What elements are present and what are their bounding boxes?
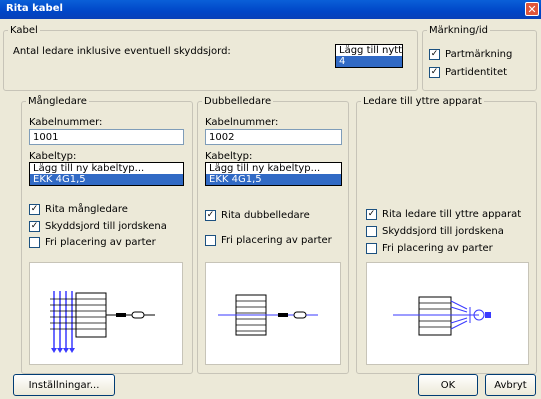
checkbox-partmarkning[interactable]: ✓ Partmärkning — [429, 49, 512, 60]
dubbelledare-diagram — [218, 294, 318, 336]
checkbox-box[interactable] — [29, 237, 40, 248]
yttre-legend: Ledare till yttre apparat — [363, 96, 482, 107]
cable-type-option-ekk[interactable]: EKK 4G1,5 — [206, 174, 341, 185]
cable-type-option-add[interactable]: Lägg till ny kabeltyp... — [30, 163, 183, 174]
checkbox-box[interactable]: ✓ — [29, 221, 40, 232]
yttre-diagram — [393, 296, 491, 336]
close-icon[interactable]: ✕ — [525, 2, 539, 16]
checkbox-rita-dubbelledare[interactable]: ✓ Rita dubbelledare — [205, 210, 310, 221]
checkbox-label: Rita mångledare — [45, 204, 128, 215]
checkbox-box[interactable]: ✓ — [429, 49, 440, 60]
checkbox-label: Skyddsjord till jordskena — [382, 226, 504, 237]
dubbelledare-legend: Dubbelledare — [204, 96, 272, 107]
dubbelledare-cable-number-input[interactable]: 1002 — [205, 129, 342, 145]
cable-type-option-add[interactable]: Lägg till ny kabeltyp... — [206, 163, 341, 174]
checkbox-partidentitet[interactable]: ✓ Partidentitet — [429, 67, 507, 78]
conductor-count-list[interactable]: Lägg till nytt ai 4 — [335, 44, 403, 68]
mangledare-cable-number-label: Kabelnummer: — [29, 117, 103, 128]
ok-button[interactable]: OK — [418, 374, 478, 396]
checkbox-label: Rita ledare till yttre apparat — [382, 209, 522, 220]
markning-legend: Märkning/id — [429, 25, 488, 36]
conductor-count-option-add[interactable]: Lägg till nytt ai — [336, 45, 402, 56]
mangledare-diagram — [50, 291, 155, 353]
title-bar: Rita kabel ✕ — [0, 0, 541, 19]
checkbox-label: Fri placering av parter — [382, 243, 493, 254]
checkbox-label: Partidentitet — [445, 67, 508, 78]
checkbox-rita-mangledare[interactable]: ✓ Rita mångledare — [29, 204, 128, 215]
checkbox-box[interactable]: ✓ — [366, 209, 377, 220]
dubbelledare-cable-number-label: Kabelnummer: — [205, 117, 279, 128]
checkbox-fri-placering-dubbel[interactable]: Fri placering av parter — [205, 235, 332, 246]
checkbox-label: Rita dubbelledare — [221, 210, 310, 221]
checkbox-skyddsjord[interactable]: ✓ Skyddsjord till jordskena — [29, 221, 167, 232]
conductor-count-option-4[interactable]: 4 — [336, 56, 402, 67]
checkbox-label: Fri placering av parter — [221, 235, 332, 246]
kabel-legend: Kabel — [10, 25, 38, 36]
cable-type-option-ekk[interactable]: EKK 4G1,5 — [30, 174, 183, 185]
checkbox-rita-ledare-yttre[interactable]: ✓ Rita ledare till yttre apparat — [366, 209, 521, 220]
checkbox-box[interactable] — [366, 243, 377, 254]
checkbox-label: Fri placering av parter — [45, 237, 156, 248]
dubbelledare-preview-image — [205, 262, 341, 365]
dubbelledare-cable-type-list[interactable]: Lägg till ny kabeltyp... EKK 4G1,5 — [205, 162, 342, 186]
mangledare-cable-type-list[interactable]: Lägg till ny kabeltyp... EKK 4G1,5 — [29, 162, 184, 186]
checkbox-box[interactable] — [366, 226, 377, 237]
cancel-button[interactable]: Avbryt — [485, 374, 536, 396]
checkbox-label: Skyddsjord till jordskena — [45, 221, 167, 232]
checkbox-box[interactable]: ✓ — [429, 67, 440, 78]
checkbox-box[interactable]: ✓ — [205, 210, 216, 221]
dubbelledare-cable-type-label: Kabeltyp: — [205, 151, 253, 162]
checkbox-fri-placering-yttre[interactable]: Fri placering av parter — [366, 243, 493, 254]
checkbox-box[interactable] — [205, 235, 216, 246]
mangledare-cable-type-label: Kabeltyp: — [29, 151, 77, 162]
dialog-window: Rita kabel ✕ Kabel Antal ledare inklusiv… — [0, 0, 541, 399]
mangledare-legend: Mångledare — [28, 96, 87, 107]
checkbox-fri-placering[interactable]: Fri placering av parter — [29, 237, 156, 248]
checkbox-box[interactable]: ✓ — [29, 204, 40, 215]
mangledare-cable-number-input[interactable]: 1001 — [29, 129, 184, 145]
checkbox-label: Partmärkning — [445, 49, 513, 60]
window-title: Rita kabel — [6, 3, 63, 14]
checkbox-skyddsjord-yttre[interactable]: Skyddsjord till jordskena — [366, 226, 504, 237]
mangledare-preview-image — [29, 262, 183, 365]
conductor-count-label: Antal ledare inklusive eventuell skyddsj… — [13, 46, 231, 57]
settings-button[interactable]: Inställningar... — [13, 374, 115, 396]
yttre-preview-image — [366, 262, 529, 365]
